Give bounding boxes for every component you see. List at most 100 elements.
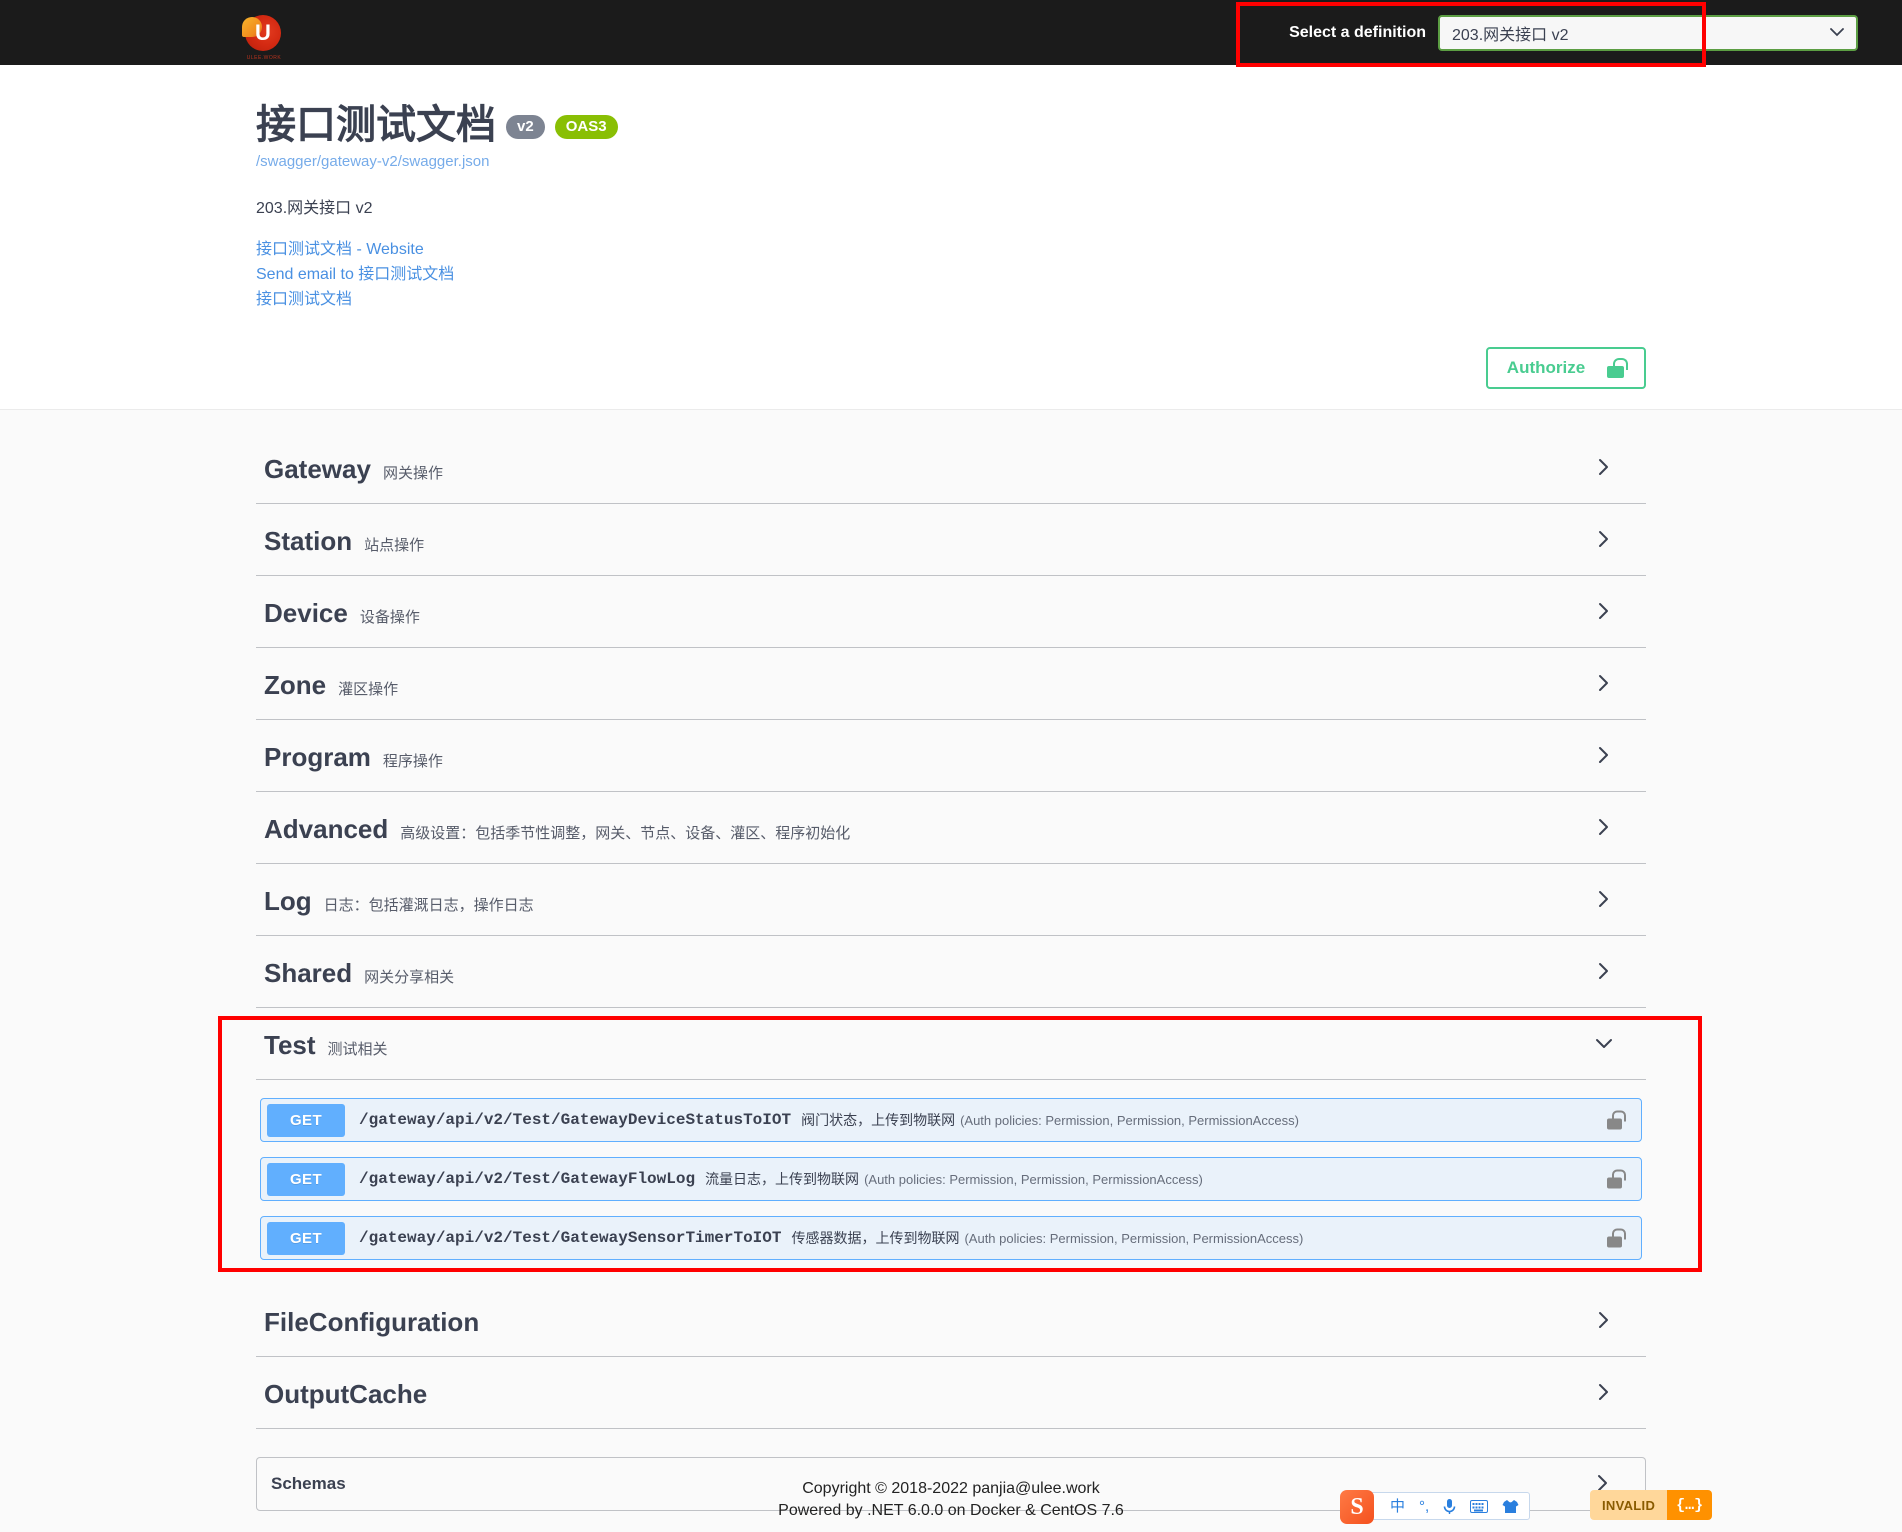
tag-section-zone: Zone 灌区操作	[256, 648, 1646, 720]
tag-description: 高级设置：包括季节性调整，网关、节点、设备、灌区、程序初始化	[400, 825, 851, 842]
api-info-block: 接口测试文档 v2 OAS3 /swagger/gateway-v2/swagg…	[0, 65, 1902, 410]
operation-summary: 流量日志，上传到物联网	[705, 1171, 860, 1187]
ime-punctuation-icon[interactable]: °,	[1419, 1499, 1429, 1514]
tag-header-station[interactable]: Station 站点操作	[256, 504, 1646, 576]
http-verb-badge: GET	[267, 1162, 345, 1196]
authorize-row: Authorize	[0, 347, 1902, 389]
tag-section-shared: Shared 网关分享相关	[256, 936, 1646, 1008]
chevron-down-icon	[1830, 25, 1844, 40]
tag-name: OutputCache	[264, 1379, 428, 1409]
brand-logo[interactable]: U ULEE.WORK	[242, 14, 281, 61]
chevron-right-icon[interactable]	[1594, 601, 1616, 623]
tag-header-gateway[interactable]: Gateway 网关操作	[256, 432, 1646, 504]
chevron-right-icon[interactable]	[1594, 1310, 1616, 1332]
logo-subtext: ULEE.WORK	[246, 54, 282, 61]
title-row: 接口测试文档 v2 OAS3	[256, 105, 1646, 145]
email-link[interactable]: Send email to 接口测试文档	[256, 263, 1646, 288]
tag-header-fileconfiguration[interactable]: FileConfiguration	[256, 1285, 1646, 1357]
ime-skin-icon[interactable]	[1502, 1499, 1519, 1514]
license-link[interactable]: 接口测试文档	[256, 288, 1646, 313]
operation-row[interactable]: GET/gateway/api/v2/Test/GatewayDeviceSta…	[260, 1098, 1642, 1142]
operation-summary: 传感器数据，上传到物联网	[791, 1230, 960, 1246]
tag-section-station: Station 站点操作	[256, 504, 1646, 576]
operation-auth-policies: (Auth policies: Permission, Permission, …	[964, 1230, 1304, 1246]
tag-header-shared[interactable]: Shared 网关分享相关	[256, 936, 1646, 1008]
ime-microphone-icon[interactable]	[1443, 1498, 1456, 1515]
operation-path: /gateway/api/v2/Test/GatewayFlowLog	[359, 1170, 696, 1188]
unlock-icon[interactable]	[1607, 1228, 1626, 1248]
tag-name: Zone	[264, 670, 327, 700]
tag-name: Gateway	[264, 454, 371, 484]
tag-name: Program	[264, 742, 371, 772]
sogou-ime-toolbar[interactable]: S 中 °,	[1340, 1490, 1531, 1524]
tag-description: 站点操作	[364, 537, 425, 554]
chevron-right-icon[interactable]	[1594, 961, 1616, 983]
api-description: 203.网关接口 v2	[256, 200, 373, 217]
ime-chinese-mode-icon[interactable]: 中	[1390, 1499, 1405, 1514]
tag-header-log[interactable]: Log 日志：包括灌溉日志，操作日志	[256, 864, 1646, 936]
oas-badge: OAS3	[554, 115, 618, 139]
tag-section-outputcache: OutputCache	[256, 1357, 1646, 1429]
operation-path: /gateway/api/v2/Test/GatewaySensorTimerT…	[359, 1229, 782, 1247]
ime-keyboard-icon[interactable]	[1470, 1499, 1489, 1513]
chevron-right-icon[interactable]	[1594, 457, 1616, 479]
tag-description: 日志：包括灌溉日志，操作日志	[323, 897, 534, 914]
operation-row[interactable]: GET/gateway/api/v2/Test/GatewaySensorTim…	[260, 1216, 1642, 1260]
chevron-right-icon[interactable]	[1594, 1382, 1616, 1404]
page-title: 接口测试文档	[256, 103, 496, 147]
tag-header-test[interactable]: Test 测试相关	[256, 1008, 1646, 1080]
tag-description: 程序操作	[382, 753, 443, 770]
tag-description: 网关分享相关	[364, 969, 455, 986]
chevron-down-icon[interactable]	[1594, 1033, 1616, 1055]
unlock-icon[interactable]	[1607, 1169, 1626, 1189]
logo-letter: U	[255, 19, 271, 45]
website-link[interactable]: 接口测试文档 - Website	[256, 238, 1646, 263]
top-bar: U ULEE.WORK Select a definition 203.网关接口…	[0, 0, 1902, 65]
tag-section-advanced: Advanced 高级设置：包括季节性调整，网关、节点、设备、灌区、程序初始化	[256, 792, 1646, 864]
operation-summary: 阀门状态，上传到物联网	[801, 1112, 956, 1128]
tag-section-program: Program 程序操作	[256, 720, 1646, 792]
tag-header-zone[interactable]: Zone 灌区操作	[256, 648, 1646, 720]
ulee-logo-icon: U ULEE.WORK	[242, 14, 281, 61]
operation-path: /gateway/api/v2/Test/GatewayDeviceStatus…	[359, 1111, 792, 1129]
tag-section-gateway: Gateway 网关操作	[256, 432, 1646, 504]
authorize-button[interactable]: Authorize	[1486, 347, 1646, 389]
unlock-icon[interactable]	[1607, 1110, 1626, 1130]
spec-url-link[interactable]: /swagger/gateway-v2/swagger.json	[256, 153, 489, 170]
contact-links: 接口测试文档 - Website Send email to 接口测试文档 接口…	[256, 238, 1646, 312]
definition-select-value: 203.网关接口 v2	[1452, 26, 1569, 44]
operation-row[interactable]: GET/gateway/api/v2/Test/GatewayFlowLog 流量…	[260, 1157, 1642, 1201]
tag-section-test: Test 测试相关 GET/gateway/api/v2/Test/GatewayD…	[256, 1008, 1646, 1285]
tag-header-outputcache[interactable]: OutputCache	[256, 1357, 1646, 1429]
tag-list: Gateway 网关操作 Station 站点操作 Device 设备操作 Zone 灌区操作…	[236, 432, 1666, 1429]
chevron-right-icon[interactable]	[1594, 745, 1616, 767]
chevron-right-icon[interactable]	[1594, 529, 1616, 551]
validator-status-text: INVALID	[1590, 1490, 1668, 1520]
operation-list: GET/gateway/api/v2/Test/GatewayDeviceSta…	[256, 1080, 1646, 1285]
tag-header-advanced[interactable]: Advanced 高级设置：包括季节性调整，网关、节点、设备、灌区、程序初始化	[256, 792, 1646, 864]
http-verb-badge: GET	[267, 1103, 345, 1137]
definition-select[interactable]: 203.网关接口 v2	[1438, 14, 1858, 51]
validator-badge[interactable]: INVALID {…}	[1590, 1490, 1713, 1520]
unlock-icon	[1607, 358, 1629, 378]
tag-name: Station	[264, 526, 353, 556]
tag-description: 测试相关	[327, 1041, 388, 1058]
tag-header-device[interactable]: Device 设备操作	[256, 576, 1646, 648]
tag-name: FileConfiguration	[264, 1307, 480, 1337]
operation-auth-policies: (Auth policies: Permission, Permission, …	[864, 1171, 1203, 1187]
chevron-right-icon[interactable]	[1594, 673, 1616, 695]
tag-header-program[interactable]: Program 程序操作	[256, 720, 1646, 792]
tag-name: Advanced	[264, 814, 389, 844]
sogou-logo-icon[interactable]: S	[1340, 1490, 1374, 1524]
chevron-right-icon[interactable]	[1594, 817, 1616, 839]
tag-name: Test	[264, 1030, 316, 1060]
tag-name: Shared	[264, 958, 353, 988]
operation-auth-policies: (Auth policies: Permission, Permission, …	[960, 1112, 1299, 1128]
select-definition-label: Select a definition	[1289, 23, 1426, 41]
tag-section-device: Device 设备操作	[256, 576, 1646, 648]
tag-section-fileconfiguration: FileConfiguration	[256, 1285, 1646, 1357]
validator-json-icon: {…}	[1667, 1490, 1713, 1520]
tag-section-log: Log 日志：包括灌溉日志，操作日志	[256, 864, 1646, 936]
spec-url[interactable]: /swagger/gateway-v2/swagger.json	[256, 153, 1646, 170]
chevron-right-icon[interactable]	[1594, 889, 1616, 911]
